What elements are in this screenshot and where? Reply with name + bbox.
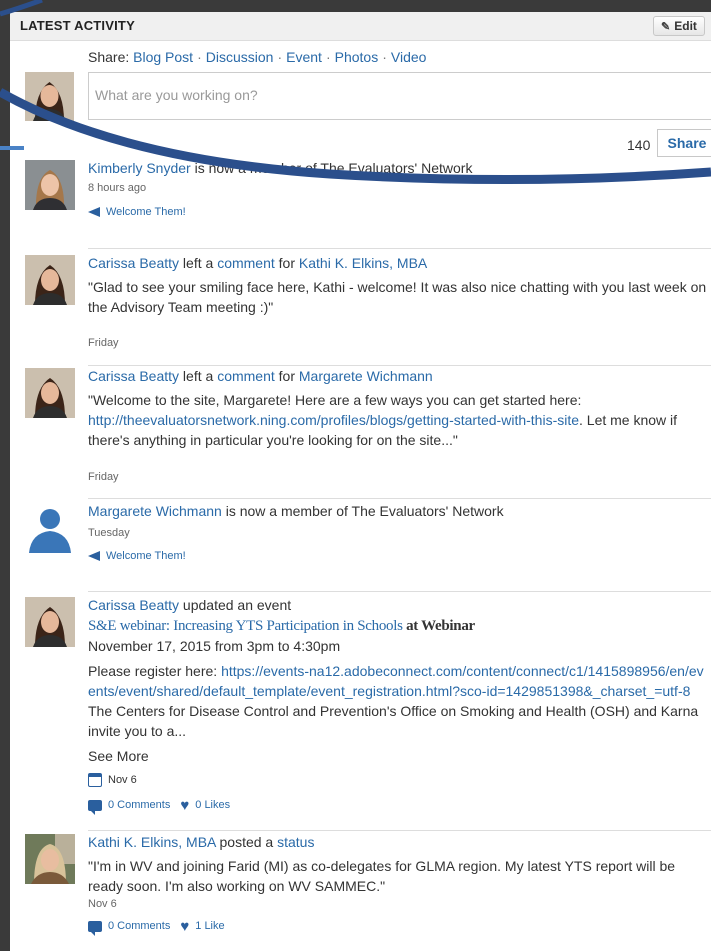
avatar[interactable] [25,368,75,418]
member-link[interactable]: Kathi K. Elkins, MBA [299,255,427,271]
activity-line: Kimberly Snyder is now a member of The E… [88,160,472,176]
status-input[interactable]: What are you working on? [88,72,711,120]
member-link[interactable]: Kathi K. Elkins, MBA [88,834,216,850]
member-link[interactable]: Kimberly Snyder [88,160,191,176]
engagement-row: 0 Comments ♥ 0 Likes [88,796,230,815]
timestamp: Nov 6 [88,898,117,910]
pencil-icon: ✎ [661,20,671,33]
event-title: S&E webinar: Increasing YTS Participatio… [88,618,475,635]
panel-header: LATEST ACTIVITY ✎ Edit [10,12,711,41]
activity-line: Margarete Wichmann is now a member of Th… [88,503,504,519]
member-link[interactable]: Margarete Wichmann [88,503,222,519]
share-label: Share: [88,49,130,65]
comment-icon [88,920,102,936]
likes-link[interactable]: 1 Like [195,920,224,932]
timestamp: Friday [88,471,119,483]
window-frame-top [0,0,711,12]
comments-link[interactable]: 0 Comments [108,920,170,932]
status-quote: "I'm in WV and joining Farid (MI) as co-… [88,858,676,894]
share-photos-link[interactable]: Photos [335,49,379,65]
divider [88,591,711,592]
heart-icon: ♥ [180,917,190,935]
getting-started-link[interactable]: http://theevaluatorsnetwork.ning.com/pro… [88,412,579,428]
member-link[interactable]: Carissa Beatty [88,255,179,271]
activity-line: Carissa Beatty left a comment for Margar… [88,368,433,384]
heart-icon: ♥ [180,796,190,814]
engagement-row: 0 Comments ♥ 1 Like [88,917,225,936]
event-time: November 17, 2015 from 3pm to 4:30pm [88,638,341,654]
timestamp: 8 hours ago [88,182,147,194]
action-label: Welcome Them! [106,206,186,218]
event-location: at Webinar [402,618,475,634]
avatar[interactable] [25,834,75,884]
activity-line: Carissa Beatty updated an event [88,597,291,613]
current-user-avatar[interactable] [25,72,74,121]
action-label: Welcome Them! [106,550,186,562]
calendar-icon [88,773,102,787]
divider [88,830,711,831]
share-discussion-link[interactable]: Discussion [206,49,274,65]
description-text: Please register here: [88,663,222,679]
comment-icon [88,799,102,815]
divider [88,498,711,499]
welcome-them-link[interactable]: Welcome Them! [88,206,186,218]
activity-text: posted a [215,834,278,850]
comment-quote: "Welcome to the site, Margarete! Here ar… [88,390,708,450]
avatar[interactable] [25,597,75,647]
activity-text: updated an event [179,597,292,613]
activity-line: Carissa Beatty left a comment for Kathi … [88,255,427,271]
latest-activity-panel: LATEST ACTIVITY ✎ Edit Share: Blog Post ·… [10,12,711,951]
date-label: Nov 6 [108,774,137,786]
share-video-link[interactable]: Video [391,49,427,65]
member-link[interactable]: Carissa Beatty [88,597,179,613]
activity-text: is now a member of The Evaluators' Netwo… [190,160,473,176]
share-options: Share: Blog Post · Discussion · Event · Photos… [88,49,427,65]
activity-text: is now a member of The Evaluators' Netwo… [221,503,504,519]
edit-button[interactable]: ✎ Edit [653,16,705,36]
activity-line: Kathi K. Elkins, MBA posted a status [88,834,314,850]
activity-text: for [274,368,299,384]
status-link[interactable]: status [277,834,314,850]
share-button[interactable]: Share [657,129,711,157]
activity-text: for [274,255,299,271]
comment-link[interactable]: comment [217,255,275,271]
divider [88,248,711,249]
window-frame-left [0,0,10,951]
timestamp: Tuesday [88,527,130,539]
event-link[interactable]: S&E webinar: Increasing YTS Participatio… [88,618,403,634]
likes-link[interactable]: 0 Likes [195,799,230,811]
quote-text: "Welcome to the site, Margarete! Here ar… [88,392,582,408]
avatar[interactable] [25,255,75,305]
comment-quote: "Glad to see your smiling face here, Kat… [88,279,707,315]
member-link[interactable]: Carissa Beatty [88,368,179,384]
avatar[interactable] [25,503,75,553]
character-counter: 140 [627,137,651,153]
megaphone-icon [88,551,100,561]
edit-button-label: Edit [674,19,697,33]
comment-link[interactable]: comment [217,368,275,384]
share-blog-post-link[interactable]: Blog Post [133,49,193,65]
description-text: The Centers for Disease Control and Prev… [88,703,699,739]
panel-title: LATEST ACTIVITY [20,18,135,33]
welcome-them-link[interactable]: Welcome Them! [88,550,186,562]
timestamp: Friday [88,337,119,349]
activity-text: left a [179,368,218,384]
event-description: Please register here: https://events-na1… [88,661,708,741]
activity-text: left a [179,255,218,271]
member-link[interactable]: Margarete Wichmann [299,368,433,384]
event-date: Nov 6 [88,773,137,787]
megaphone-icon [88,207,100,217]
share-event-link[interactable]: Event [286,49,322,65]
see-more-link[interactable]: See More [88,748,149,764]
comments-link[interactable]: 0 Comments [108,799,170,811]
divider [88,365,711,366]
avatar[interactable] [25,160,75,210]
